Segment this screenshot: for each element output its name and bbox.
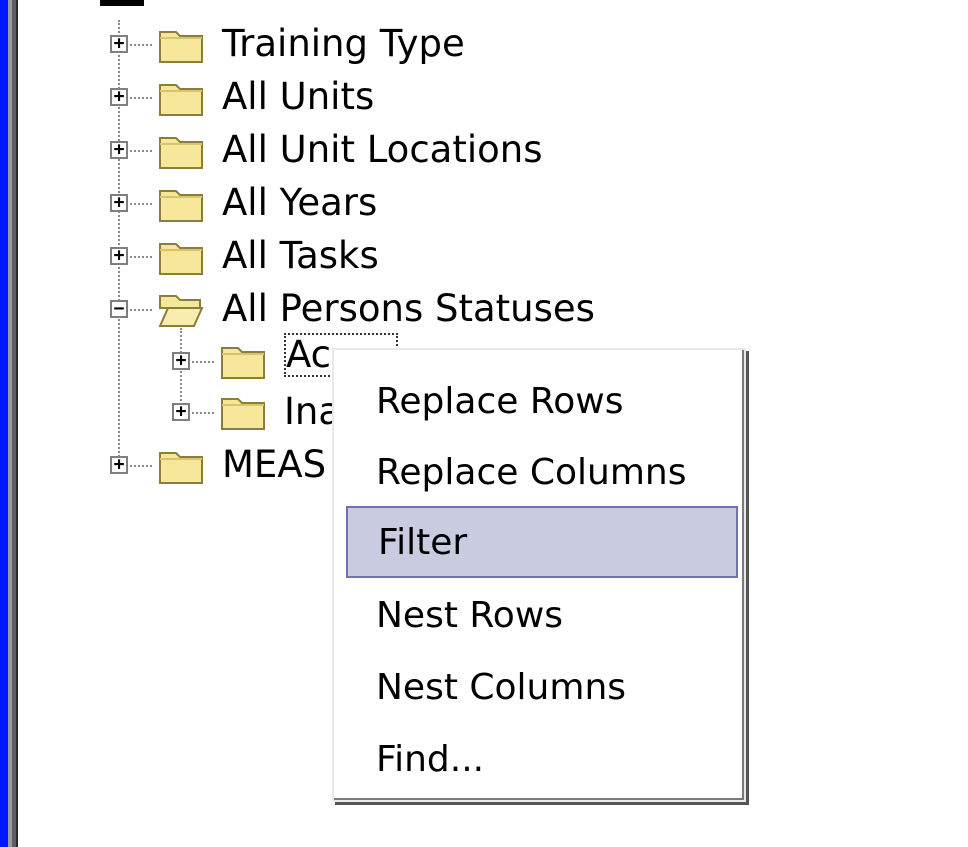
folder-icon: [159, 137, 203, 169]
tree-branch: [130, 256, 152, 258]
folder-icon: [221, 398, 265, 430]
panel-edge-dark: [16, 0, 18, 847]
folder-icon: [221, 347, 265, 379]
expand-icon[interactable]: +: [110, 247, 128, 265]
menu-item-nest-rows[interactable]: Nest Rows: [346, 582, 738, 648]
menu-item-find[interactable]: Find...: [346, 726, 738, 792]
tree-item-label[interactable]: All Tasks: [222, 234, 379, 278]
folder-icon: [159, 243, 203, 275]
tree-item-label[interactable]: All Persons Statuses: [222, 287, 595, 331]
tree-branch: [130, 97, 152, 99]
folder-icon: [159, 452, 203, 484]
expand-icon[interactable]: +: [110, 141, 128, 159]
expand-icon[interactable]: +: [110, 88, 128, 106]
folder-icon: [159, 84, 203, 116]
folder-icon: [159, 190, 203, 222]
tree-item-label[interactable]: All Years: [222, 181, 377, 225]
context-menu: Replace Rows Replace Columns Filter Nest…: [332, 348, 746, 802]
tree-branch: [130, 44, 152, 46]
expand-icon[interactable]: +: [110, 456, 128, 474]
open-folder-icon: [158, 295, 204, 327]
tree-item-label[interactable]: All Units: [222, 75, 374, 119]
expand-icon[interactable]: +: [172, 403, 190, 421]
menu-item-replace-columns[interactable]: Replace Columns: [346, 439, 738, 505]
expand-icon[interactable]: +: [172, 352, 190, 370]
menu-item-filter[interactable]: Filter: [346, 506, 738, 578]
tree-item-label[interactable]: Training Type: [222, 22, 465, 66]
tree-branch: [130, 150, 152, 152]
tree-branch: [192, 412, 214, 414]
menu-item-nest-columns[interactable]: Nest Columns: [346, 654, 738, 720]
tree-branch: [192, 361, 214, 363]
menu-item-replace-rows[interactable]: Replace Rows: [346, 368, 738, 434]
tree-branch: [130, 309, 152, 311]
cutoff-item-top: [100, 0, 144, 6]
tree-branch: [130, 203, 152, 205]
folder-icon: [159, 31, 203, 63]
expand-icon[interactable]: +: [110, 35, 128, 53]
tree-item-label[interactable]: All Unit Locations: [222, 128, 542, 172]
collapse-icon[interactable]: −: [110, 300, 128, 318]
tree-branch: [130, 465, 152, 467]
tree-item-label[interactable]: MEAS: [222, 443, 326, 487]
expand-icon[interactable]: +: [110, 194, 128, 212]
